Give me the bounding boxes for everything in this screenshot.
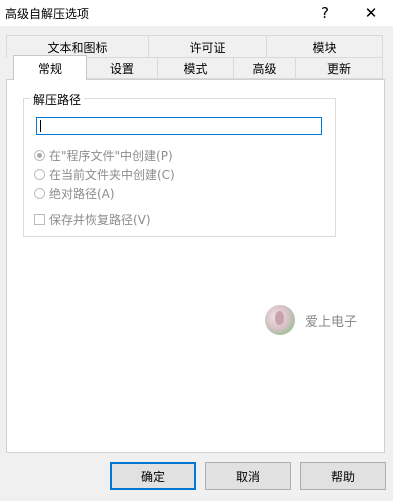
text-caret [40,120,41,132]
tab-setup[interactable]: 设置 [86,57,158,79]
title-bar: 高级自解压选项 ? ✕ [0,0,393,26]
tab-label: 高级 [252,61,277,76]
tab-label: 设置 [109,61,134,76]
help-button-label: 帮助 [330,469,355,484]
extract-path-group-label: 解压路径 [30,91,85,108]
ok-button[interactable]: 确定 [110,462,196,490]
checkbox-icon [34,214,45,225]
help-button[interactable]: 帮助 [300,462,386,490]
tab-label: 文本和图标 [47,40,108,55]
radio-create-in-current-folder[interactable]: 在当前文件夹中创建(C) [34,166,175,183]
tab-modules[interactable]: 模块 [266,35,383,58]
tab-license[interactable]: 许可证 [148,35,267,58]
radio-create-in-program-files[interactable]: 在"程序文件"中创建(P) [34,147,173,164]
checkbox-label: 保存并恢复路径(V) [49,213,151,227]
tab-general[interactable]: 常规 [13,55,87,80]
watermark-text: 爱上电子 [305,314,358,330]
radio-label: 在当前文件夹中创建(C) [49,168,175,182]
watermark: 爱上电子 [265,305,357,335]
close-icon: ✕ [364,4,378,22]
extract-path-input[interactable] [36,117,322,135]
tab-label: 模块 [312,40,337,55]
cancel-button[interactable]: 取消 [205,462,291,490]
extract-path-group: 解压路径 在"程序文件"中创建(P) 在当前文件夹中创建(C) 绝对路径(A) … [23,91,336,237]
save-restore-path-checkbox[interactable]: 保存并恢复路径(V) [34,211,151,228]
radio-label: 绝对路径(A) [49,187,115,201]
ok-button-label: 确定 [140,469,165,484]
tab-label: 更新 [326,61,351,76]
radio-button-icon [34,188,45,199]
tab-mode[interactable]: 模式 [157,57,234,79]
watermark-logo-icon [265,305,295,335]
question-icon: ? [321,4,329,22]
window-title: 高级自解压选项 [5,7,90,21]
general-tab-panel: 解压路径 在"程序文件"中创建(P) 在当前文件夹中创建(C) 绝对路径(A) … [6,79,385,453]
tab-label: 模式 [183,61,208,76]
help-question-button[interactable]: ? [310,0,340,26]
radio-button-icon [34,169,45,180]
tab-update[interactable]: 更新 [295,57,383,79]
cancel-button-label: 取消 [235,469,260,484]
radio-absolute-path[interactable]: 绝对路径(A) [34,185,115,202]
radio-button-icon [34,150,45,161]
tab-label: 常规 [37,61,62,76]
close-button[interactable]: ✕ [356,0,386,26]
tab-label: 许可证 [189,40,226,55]
radio-label: 在"程序文件"中创建(P) [49,149,173,163]
tab-advanced[interactable]: 高级 [233,57,296,79]
